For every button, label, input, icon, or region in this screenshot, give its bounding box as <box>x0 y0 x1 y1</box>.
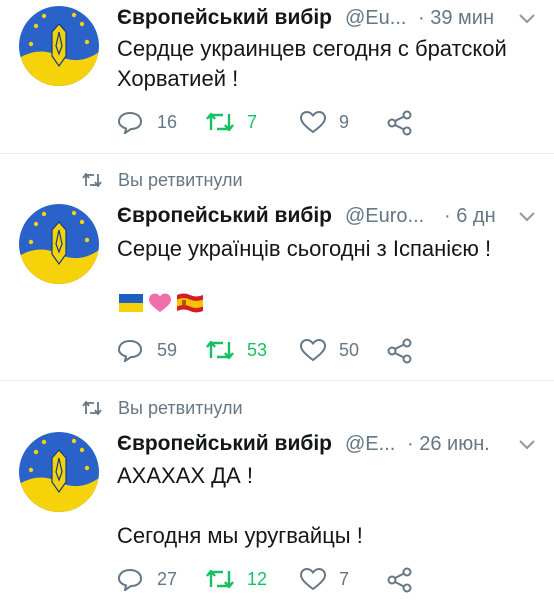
retweet-count: 7 <box>247 112 258 132</box>
author-name[interactable]: Європейський вибір <box>117 204 332 228</box>
pink-heart-emoji <box>149 293 171 312</box>
tweet-text-line-2: Хорватией ! <box>117 66 239 91</box>
retweet-count: 53 <box>247 340 268 360</box>
like-count: 7 <box>339 569 350 589</box>
tweet-text-line-1: Сердце украинцев сегодня с братской <box>117 36 507 61</box>
tweet-3[interactable]: Вы ретвитнули Європейський вибір @E... ·… <box>0 381 554 604</box>
avatar-icon <box>19 204 99 284</box>
author-name[interactable]: Європейський вибір <box>117 6 332 30</box>
tweet-1[interactable]: Європейський вибір @Eu... · 39 мин Сердц… <box>0 0 554 150</box>
retweet-count: 12 <box>247 569 268 589</box>
retweeted-label: Вы ретвитнули <box>118 170 243 190</box>
tweet-text-line-1: Серце українців сьогодні з Іспанією ! <box>117 236 492 261</box>
retweeted-indicator: Вы ретвитнули <box>0 396 554 420</box>
retweet-icon <box>206 340 234 360</box>
reply-count: 16 <box>157 112 178 132</box>
retweet-icon <box>206 569 234 589</box>
chevron-down-icon[interactable] <box>518 12 536 26</box>
like-icon <box>299 338 327 362</box>
avatar[interactable] <box>19 204 99 284</box>
share-icon <box>387 338 412 364</box>
reply-count: 27 <box>157 569 178 589</box>
chevron-down-icon[interactable] <box>518 210 536 224</box>
chevron-down-icon[interactable] <box>518 438 536 452</box>
tweet-timestamp[interactable]: · 26 июн. <box>407 433 490 456</box>
author-handle[interactable]: @Euro... <box>345 205 424 228</box>
tweet-timestamp[interactable]: · 39 мин <box>418 7 494 30</box>
retweeted-indicator: Вы ретвитнули <box>0 168 554 192</box>
ukraine-flag-emoji <box>119 294 143 312</box>
tweet-timestamp[interactable]: · 6 дн <box>444 205 496 228</box>
share-icon <box>387 567 412 593</box>
retweet-small-icon <box>82 172 102 188</box>
author-handle[interactable]: @Eu... <box>345 7 406 30</box>
tweet-text-line-3: Сегодня мы уругвайцы ! <box>117 523 363 548</box>
like-icon <box>299 567 327 591</box>
reply-icon <box>117 111 143 134</box>
like-count: 9 <box>339 112 350 132</box>
avatar[interactable] <box>19 432 99 512</box>
tweet-text-line-1: АХАХАХ ДА ! <box>117 463 253 488</box>
share-icon <box>387 110 412 136</box>
avatar[interactable] <box>19 6 99 86</box>
retweet-small-icon <box>82 400 102 416</box>
spain-flag-emoji <box>177 293 203 313</box>
tweet-2[interactable]: Вы ретвитнули Європейський вибір @Euro..… <box>0 154 554 380</box>
author-handle[interactable]: @E... <box>345 433 395 456</box>
like-count: 50 <box>339 340 360 360</box>
avatar-icon <box>19 6 99 86</box>
retweeted-label: Вы ретвитнули <box>118 398 243 418</box>
reply-icon <box>117 339 143 362</box>
avatar-icon <box>19 432 99 512</box>
like-icon <box>299 110 327 134</box>
author-name[interactable]: Європейський вибір <box>117 432 332 456</box>
reply-icon <box>117 568 143 591</box>
reply-count: 59 <box>157 340 178 360</box>
retweet-icon <box>206 112 234 132</box>
